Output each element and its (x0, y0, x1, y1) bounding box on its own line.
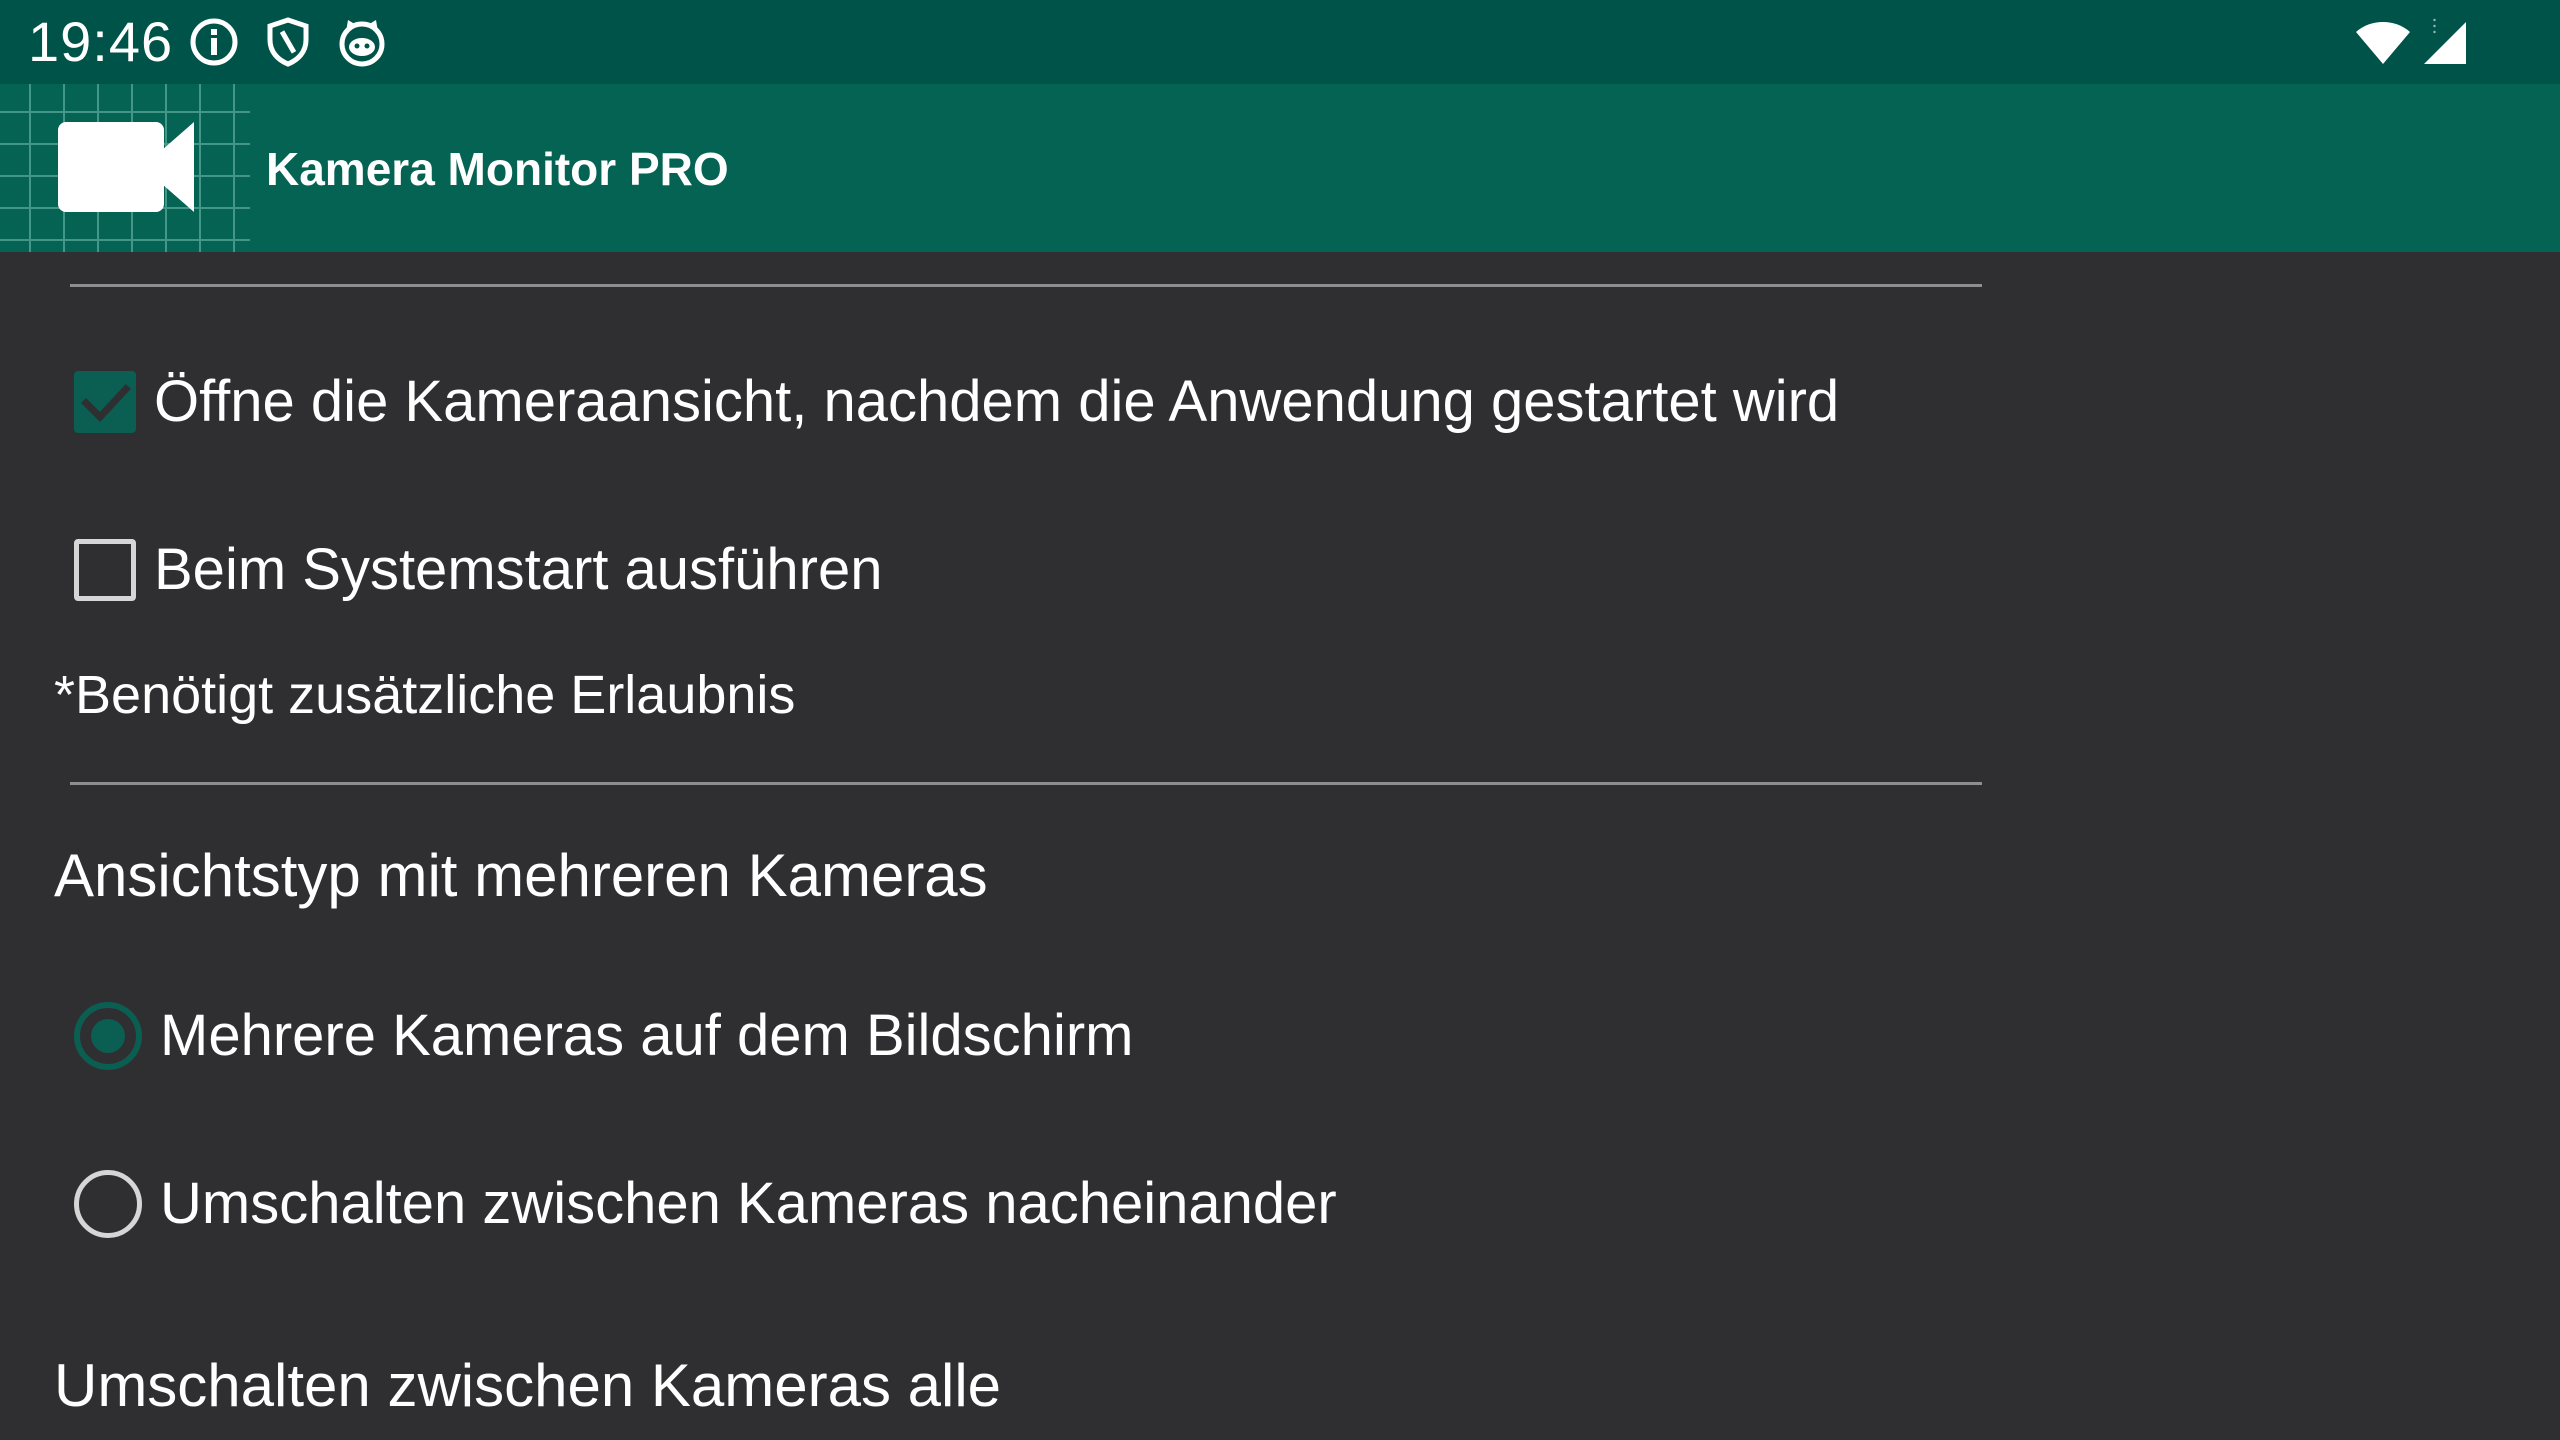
multi-camera-grid-label: Mehrere Kameras auf dem Bildschirm (160, 1003, 1134, 1068)
open-camera-view-label: Öffne die Kameraansicht, nachdem die Anw… (154, 369, 1840, 434)
status-time: 19:46 (28, 10, 174, 73)
shield-icon (264, 16, 312, 68)
switch-interval-title[interactable]: Umschalten zwischen Kameras alle (54, 1346, 1001, 1426)
divider-top (70, 284, 1982, 287)
multi-camera-grid-radio[interactable] (74, 1002, 142, 1070)
run-on-boot-label: Beim Systemstart ausführen (154, 537, 883, 602)
multi-camera-sequential-radio[interactable] (74, 1170, 142, 1238)
cellular-signal-icon (2420, 20, 2468, 66)
multi-camera-sequential-label: Umschalten zwischen Kameras nacheinander (160, 1171, 1337, 1236)
multi-camera-option-grid[interactable]: Mehrere Kameras auf dem Bildschirm (74, 996, 1133, 1076)
info-icon (188, 16, 240, 68)
cat-icon (336, 16, 388, 68)
divider-middle (70, 782, 1982, 785)
checkmark-icon (81, 384, 131, 423)
wifi-icon (2354, 20, 2412, 66)
multi-camera-section-title: Ansichtstyp mit mehreren Kameras (54, 842, 988, 909)
video-camera-icon (0, 84, 250, 252)
app-title: Kamera Monitor PRO (266, 143, 729, 195)
open-camera-view-checkbox[interactable] (74, 371, 136, 433)
status-icons-right (2354, 18, 2468, 68)
app-bar: Kamera Monitor PRO (0, 84, 2560, 252)
status-icons-left (188, 14, 388, 70)
run-on-boot-option[interactable]: Beim Systemstart ausführen (74, 530, 883, 610)
open-camera-view-option[interactable]: Öffne die Kameraansicht, nachdem die Anw… (74, 362, 1839, 442)
multi-camera-option-sequential[interactable]: Umschalten zwischen Kameras nacheinander (74, 1164, 1337, 1244)
status-bar: 19:46 (0, 0, 2560, 84)
permission-note: *Benötigt zusätzliche Erlaubnis (54, 665, 796, 725)
run-on-boot-checkbox[interactable] (74, 539, 136, 601)
overflow-dots-icon (2433, 18, 2436, 34)
settings-list: Öffne die Kameraansicht, nachdem die Anw… (0, 252, 2560, 1440)
